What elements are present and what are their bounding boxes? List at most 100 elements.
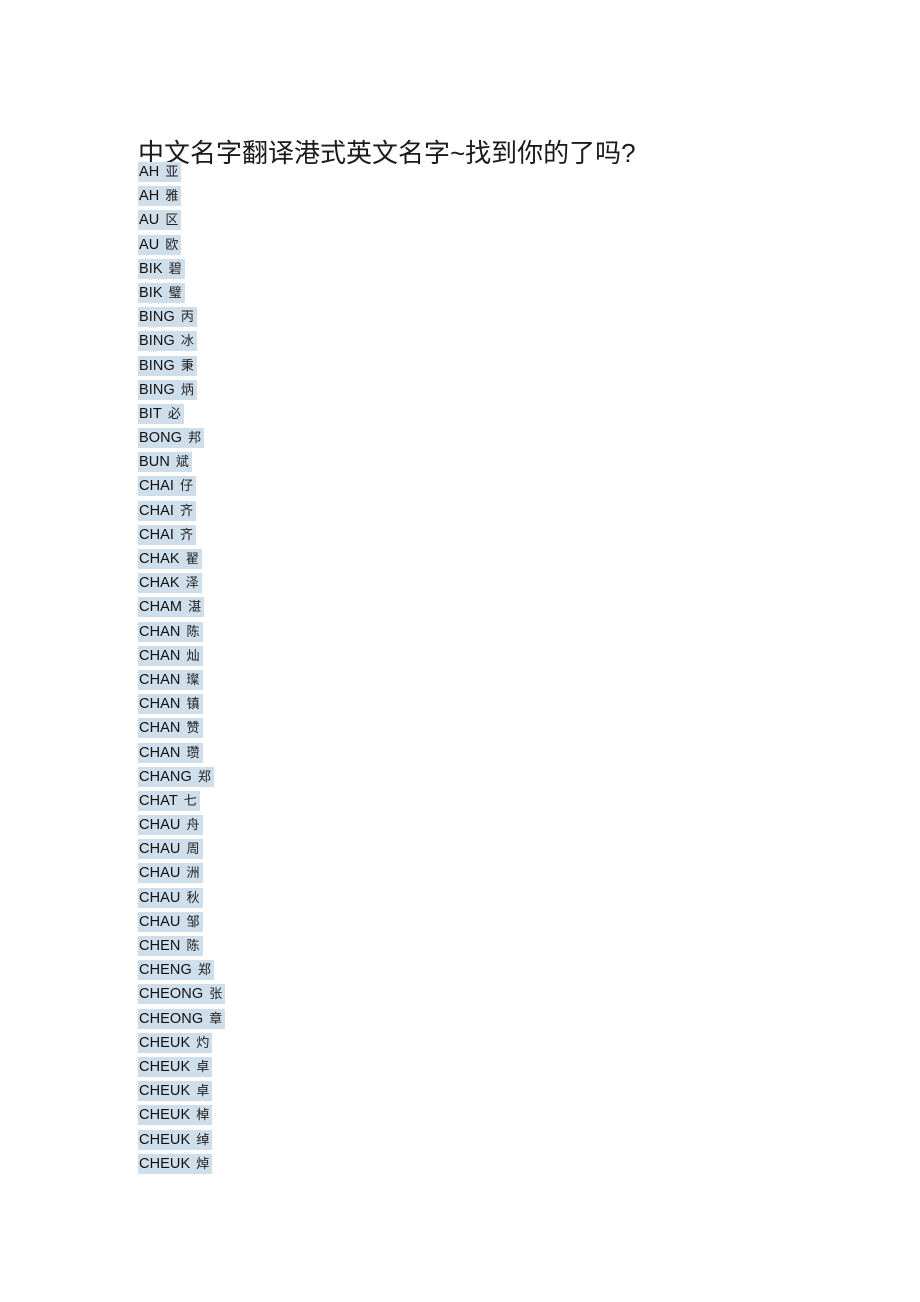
chinese-character: 张 — [209, 987, 223, 1003]
list-item: CHAU 邹 — [138, 911, 738, 935]
romanized-name: CHEUK — [139, 1058, 191, 1075]
name-entry-highlight: CHAN 赞 — [138, 718, 203, 739]
name-entry-highlight: CHANG 郑 — [138, 766, 214, 787]
romanized-name: CHAM — [139, 599, 183, 616]
chinese-character: 邹 — [186, 914, 200, 930]
romanized-name: CHAU — [139, 817, 181, 834]
chinese-character: 邦 — [188, 431, 202, 447]
list-item: AU 区 — [138, 209, 738, 233]
chinese-character: 冰 — [180, 334, 194, 350]
name-entry-highlight: BIK 碧 — [138, 258, 185, 279]
name-entry-highlight: BIT 必 — [138, 403, 184, 424]
romanized-name: CHAN — [139, 696, 181, 713]
chinese-character: 璧 — [168, 285, 182, 301]
list-item: CHAU 舟 — [138, 814, 738, 838]
list-item: CHAN 灿 — [138, 645, 738, 669]
name-entry-highlight: CHEONG 章 — [138, 1008, 226, 1029]
name-entry-highlight: CHENG 郑 — [138, 960, 214, 981]
chinese-character: 璨 — [186, 672, 200, 688]
name-entry-highlight: AU 区 — [138, 210, 182, 231]
list-item: BING 秉 — [138, 355, 738, 379]
list-item: CHAM 湛 — [138, 596, 738, 620]
chinese-character: 泽 — [185, 576, 199, 592]
chinese-character: 卓 — [196, 1084, 210, 1100]
romanized-name: CHAN — [139, 720, 181, 737]
chinese-character: 镇 — [186, 697, 200, 713]
romanized-name: BIK — [139, 260, 163, 277]
romanized-name: BIT — [139, 405, 162, 422]
romanized-name: CHAU — [139, 841, 181, 858]
chinese-character: 秋 — [186, 890, 200, 906]
list-item: CHAN 镇 — [138, 693, 738, 717]
name-entry-highlight: CHEUK 卓 — [138, 1081, 213, 1102]
romanized-name: CHEUK — [139, 1107, 191, 1124]
chinese-character: 七 — [183, 793, 197, 809]
chinese-character: 棹 — [196, 1108, 210, 1124]
romanized-name: CHANG — [139, 768, 192, 785]
romanized-name: CHAI — [139, 478, 175, 495]
chinese-character: 焯 — [196, 1156, 210, 1172]
name-entry-highlight: CHAU 洲 — [138, 863, 203, 884]
name-entry-highlight: CHEUK 棹 — [138, 1105, 213, 1126]
name-entry-highlight: CHAM 湛 — [138, 597, 205, 618]
name-translation-list: AH 亚 AH 雅 AU 区 AU 欧 BIK 碧 BIK 璧 BING 丙 BING 冰 BING 秉 BING 炳… — [138, 161, 738, 1177]
list-item: BUN 斌 — [138, 451, 738, 475]
list-item: CHEUK 灼 — [138, 1032, 738, 1056]
list-item: AH 雅 — [138, 185, 738, 209]
list-item: CHAN 瓒 — [138, 742, 738, 766]
list-item: BIK 璧 — [138, 282, 738, 306]
list-item: AH 亚 — [138, 161, 738, 185]
chinese-character: 瓒 — [186, 745, 200, 761]
name-entry-highlight: CHAU 邹 — [138, 911, 203, 932]
list-item: CHEONG 章 — [138, 1008, 738, 1032]
list-item: CHAN 璨 — [138, 669, 738, 693]
romanized-name: AU — [139, 236, 160, 253]
chinese-character: 翟 — [185, 552, 199, 567]
romanized-name: BING — [139, 357, 175, 374]
name-entry-highlight: BING 秉 — [138, 355, 197, 376]
list-item: CHEUK 卓 — [138, 1056, 738, 1080]
romanized-name: CHAN — [139, 647, 181, 664]
list-item: CHEUK 焯 — [138, 1153, 738, 1177]
romanized-name: BING — [139, 309, 175, 326]
chinese-character: 仔 — [180, 479, 194, 495]
chinese-character: 齐 — [180, 527, 194, 543]
name-entry-highlight: CHAI 齐 — [138, 500, 197, 521]
chinese-character: 炳 — [180, 382, 194, 398]
list-item: CHEONG 张 — [138, 983, 738, 1007]
list-item: BING 炳 — [138, 379, 738, 403]
romanized-name: CHAN — [139, 623, 181, 640]
list-item: CHAK 翟 — [138, 548, 738, 572]
romanized-name: CHEUK — [139, 1131, 191, 1148]
romanized-name: BING — [139, 381, 175, 398]
list-item: CHEUK 绰 — [138, 1129, 738, 1153]
chinese-character: 斌 — [175, 455, 189, 471]
romanized-name: CHAU — [139, 913, 181, 930]
chinese-character: 亚 — [165, 165, 179, 180]
chinese-character: 区 — [165, 213, 179, 229]
romanized-name: CHAK — [139, 575, 180, 592]
name-entry-highlight: CHAN 陈 — [138, 621, 203, 642]
romanized-name: CHEUK — [139, 1083, 191, 1100]
name-entry-highlight: AH 雅 — [138, 186, 182, 207]
romanized-name: CHAU — [139, 865, 181, 882]
romanized-name: AU — [139, 212, 160, 229]
romanized-name: BONG — [139, 430, 183, 447]
name-entry-highlight: CHAK 泽 — [138, 573, 202, 594]
romanized-name: CHAI — [139, 526, 175, 543]
romanized-name: CHAK — [139, 551, 180, 567]
name-entry-highlight: CHAK 翟 — [138, 549, 202, 569]
list-item: BIT 必 — [138, 403, 738, 427]
name-entry-highlight: CHAN 镇 — [138, 694, 203, 715]
romanized-name: AH — [139, 188, 160, 205]
romanized-name: CHEN — [139, 938, 181, 954]
name-entry-highlight: BING 丙 — [138, 307, 197, 328]
name-entry-highlight: CHEN 陈 — [138, 936, 203, 956]
list-item: CHAU 周 — [138, 838, 738, 862]
name-entry-highlight: CHAI 仔 — [138, 476, 197, 497]
list-item: AU 欧 — [138, 234, 738, 258]
romanized-name: CHEONG — [139, 1010, 204, 1027]
list-item: CHAI 仔 — [138, 475, 738, 499]
name-entry-highlight: CHAU 秋 — [138, 887, 203, 908]
name-entry-highlight: BUN 斌 — [138, 452, 192, 473]
